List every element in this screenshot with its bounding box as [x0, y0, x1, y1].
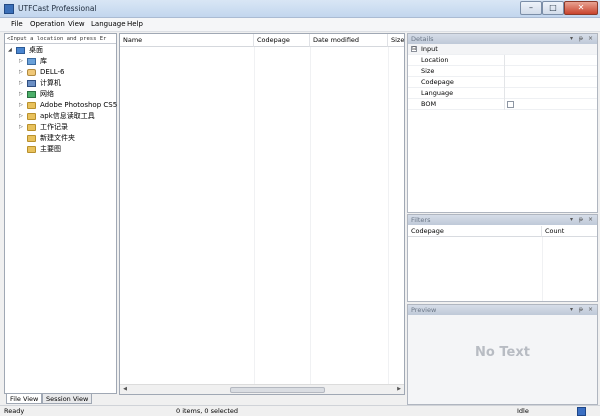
file-list[interactable]: Name Codepage Date modified Size ◀ ▶	[119, 33, 405, 395]
panel-menu-icon[interactable]: ▾	[570, 215, 573, 225]
preview-panel-title: Preview	[411, 306, 437, 314]
column-divider	[542, 237, 543, 301]
column-divider	[388, 47, 389, 384]
property-bom[interactable]: BOM	[408, 99, 597, 110]
close-window-button[interactable]: ✕	[564, 1, 598, 15]
property-language[interactable]: Language	[408, 88, 597, 99]
expand-icon[interactable]: ▷	[19, 92, 24, 97]
property-location[interactable]: Location	[408, 55, 597, 66]
pin-icon[interactable]: ᵽ	[579, 305, 583, 315]
desktop-icon	[16, 47, 25, 54]
collapse-category-icon[interactable]: ⊟	[411, 46, 417, 52]
filters-panel-title: Filters	[411, 216, 431, 224]
network-icon	[27, 91, 36, 98]
close-panel-icon[interactable]: ×	[588, 305, 593, 315]
panel-menu-icon[interactable]: ▾	[570, 34, 573, 44]
library-icon	[27, 58, 36, 65]
folder-tree-panel: <Input a location and press Er ◢ 桌面 ▷ 库 …	[4, 33, 117, 394]
folder-icon	[27, 113, 36, 120]
preview-panel-header: Preview ▾ ᵽ ×	[408, 305, 597, 315]
column-header-name[interactable]: Name	[120, 34, 254, 47]
filters-panel-header: Filters ▾ ᵽ ×	[408, 215, 597, 225]
column-header-size[interactable]: Size	[388, 34, 404, 47]
menu-operation[interactable]: Operation	[30, 20, 65, 28]
expand-icon[interactable]: ▷	[19, 81, 24, 86]
preview-empty-text: No Text	[475, 345, 530, 360]
property-category-input[interactable]: ⊟ Input	[408, 44, 597, 55]
view-tabs: File View Session View	[4, 394, 117, 405]
horizontal-scrollbar[interactable]: ◀ ▶	[120, 384, 404, 394]
tab-file-view[interactable]: File View	[6, 394, 43, 404]
folder-icon	[27, 124, 36, 131]
app-icon	[4, 4, 14, 14]
pin-icon[interactable]: ᵽ	[579, 215, 583, 225]
column-header-codepage[interactable]: Codepage	[408, 226, 542, 237]
status-bar: Ready 0 items, 0 selected Idle	[0, 405, 600, 416]
close-panel-icon[interactable]: ×	[588, 215, 593, 225]
column-header-date-modified[interactable]: Date modified	[310, 34, 388, 47]
tab-session-view[interactable]: Session View	[42, 394, 93, 404]
menu-language[interactable]: Language	[91, 20, 126, 28]
menu-view[interactable]: View	[68, 20, 85, 28]
title-bar: UTFCast Professional – □ ✕	[0, 0, 600, 18]
column-divider	[310, 47, 311, 384]
maximize-button[interactable]: □	[542, 1, 564, 15]
status-selection: 0 items, 0 selected	[176, 407, 239, 415]
scroll-right-icon[interactable]: ▶	[394, 385, 404, 394]
property-size[interactable]: Size	[408, 66, 597, 77]
details-panel-header: Details ▾ ᵽ ×	[408, 34, 597, 44]
scroll-thumb[interactable]	[230, 387, 325, 393]
column-header-codepage[interactable]: Codepage	[254, 34, 310, 47]
details-panel-title: Details	[411, 35, 434, 43]
user-folder-icon	[27, 69, 36, 76]
status-ready: Ready	[4, 407, 25, 415]
filters-panel: Filters ▾ ᵽ × Codepage Count	[407, 214, 598, 302]
property-codepage[interactable]: Codepage	[408, 77, 597, 88]
menu-bar: File Operation View Language Help	[0, 18, 600, 32]
preview-panel: Preview ▾ ᵽ × No Text	[407, 304, 598, 405]
details-panel: Details ▾ ᵽ × ⊟ Input Location Size Code…	[407, 33, 598, 213]
computer-icon	[27, 80, 36, 87]
menu-file[interactable]: File	[11, 20, 23, 28]
expand-icon[interactable]: ▷	[19, 114, 24, 119]
folder-icon	[27, 146, 36, 153]
expand-icon[interactable]: ▷	[19, 70, 24, 75]
menu-help[interactable]: Help	[127, 20, 143, 28]
panel-menu-icon[interactable]: ▾	[570, 305, 573, 315]
status-info-icon	[577, 407, 586, 416]
window-title: UTFCast Professional	[18, 4, 97, 13]
bom-checkbox[interactable]	[507, 101, 514, 108]
expand-icon[interactable]: ▷	[19, 59, 24, 64]
location-input[interactable]: <Input a location and press Er	[5, 34, 116, 44]
status-idle: Idle	[517, 407, 529, 415]
column-header-count[interactable]: Count	[542, 226, 597, 237]
minimize-button[interactable]: –	[520, 1, 542, 15]
close-panel-icon[interactable]: ×	[588, 34, 593, 44]
collapse-icon[interactable]: ◢	[8, 48, 13, 53]
expand-icon[interactable]: ▷	[19, 125, 24, 130]
folder-icon	[27, 135, 36, 142]
folder-icon	[27, 102, 36, 109]
scroll-left-icon[interactable]: ◀	[120, 385, 130, 394]
expand-icon[interactable]: ▷	[19, 103, 24, 108]
column-divider	[254, 47, 255, 384]
pin-icon[interactable]: ᵽ	[579, 34, 583, 44]
